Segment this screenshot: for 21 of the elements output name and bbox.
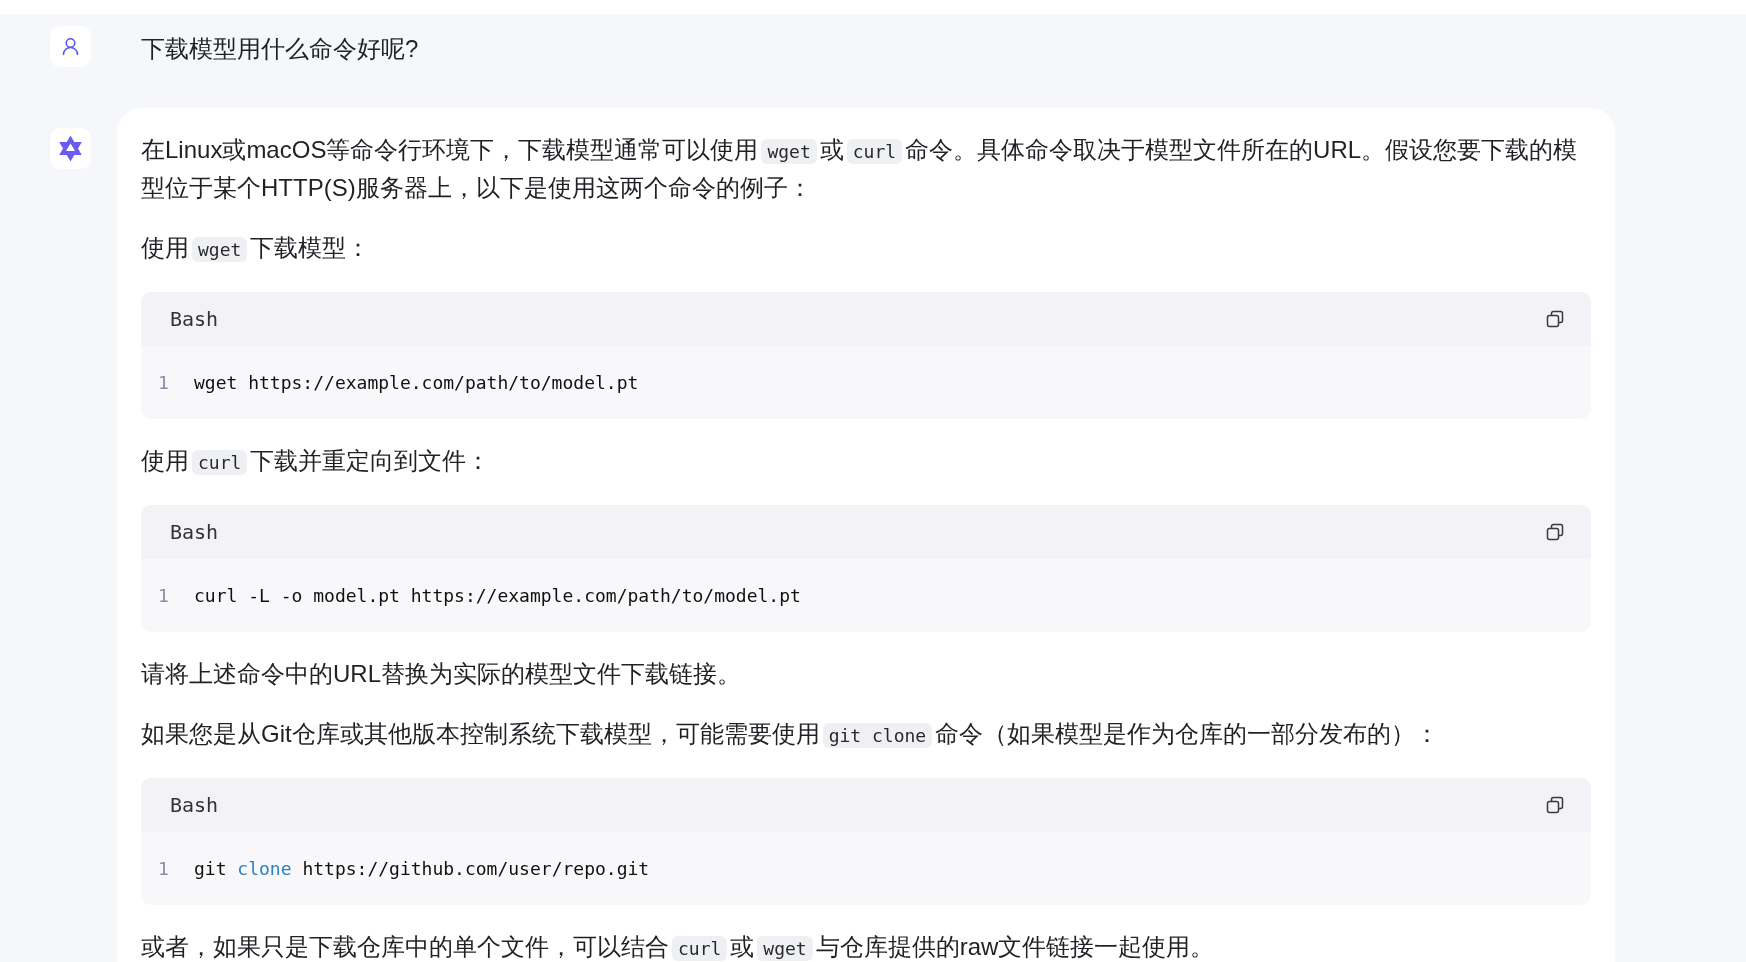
line-number: 1 — [158, 857, 170, 881]
code-line: curl -L -o model.pt https://example.com/path/to/model.pt — [194, 584, 801, 608]
paragraph: 请将上述命令中的URL替换为实际的模型文件下载链接。 — [141, 659, 742, 689]
copy-icon — [1546, 310, 1564, 328]
copy-icon — [1546, 523, 1564, 541]
paragraph: 在Linux或macOS等命令行环境下，下载模型通常可以使用 wget 或 curl 命令。具体命令取决于模型文件所在的URL。假设您要下载的模型位于某个HTTP(S)服务器上，以下是使用这两个命令的例子： — [141, 135, 1579, 203]
paragraph: 使用 wget 下载模型： — [141, 233, 372, 264]
code-line: wget https://example.com/path/to/model.pt — [194, 371, 639, 395]
line-number: 1 — [158, 371, 170, 395]
user-message: 下载模型用什么命令好呢? — [141, 33, 419, 64]
code-line: git clone https://github.com/user/repo.git — [194, 857, 650, 881]
user-icon — [50, 26, 91, 67]
star-logo-icon — [50, 128, 91, 169]
line-number: 1 — [158, 584, 170, 608]
paragraph: 或者，如果只是下载仓库中的单个文件，可以结合 curl 或 wget 与仓库提供的raw文件链接一起使用。 — [141, 932, 1216, 962]
code-language-label: Bash — [170, 793, 219, 817]
code-language-label: Bash — [170, 520, 219, 544]
copy-icon — [1546, 796, 1564, 814]
paragraph: 如果您是从Git仓库或其他版本控制系统下载模型，可能需要使用 git clone 命令（如果模型是作为仓库的一部分发布的）： — [141, 719, 1441, 750]
paragraph: 使用 curl 下载并重定向到文件： — [141, 446, 492, 477]
code-language-label: Bash — [170, 307, 219, 331]
